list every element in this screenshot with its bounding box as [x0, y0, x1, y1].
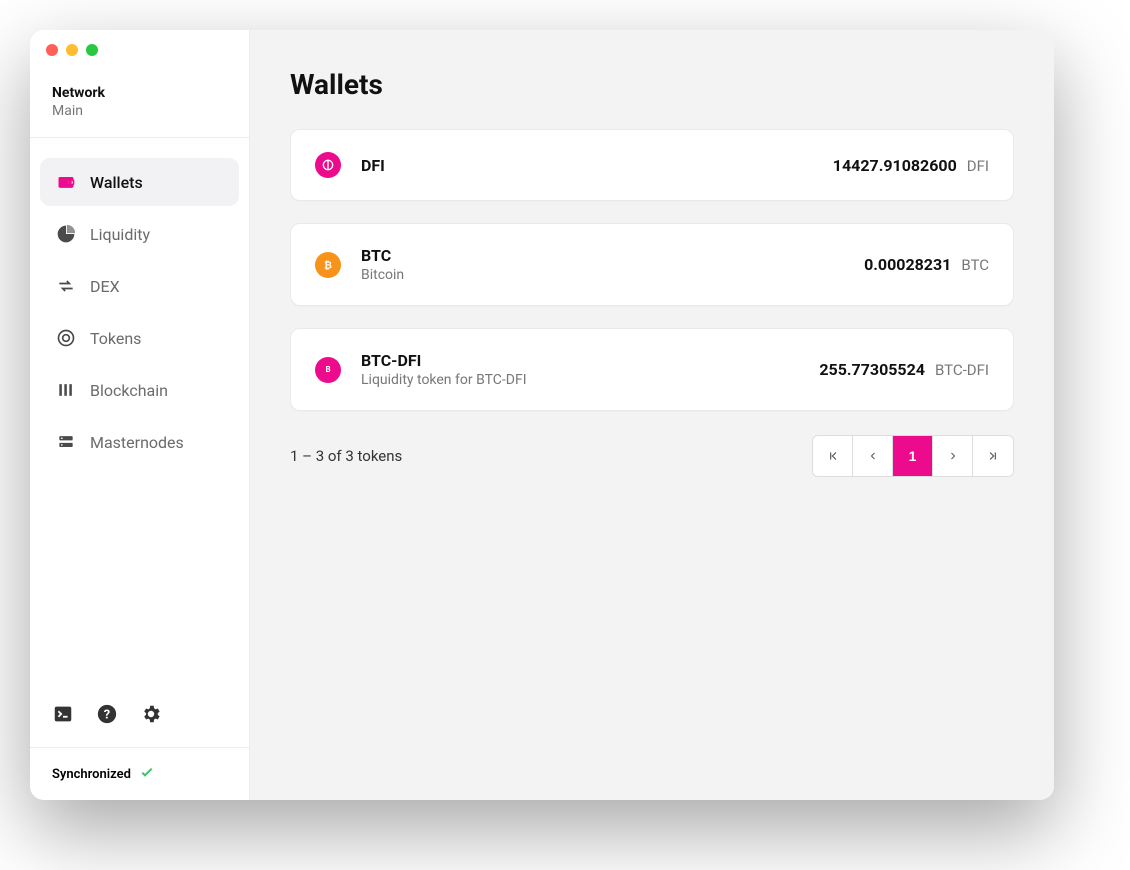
pagination: 1 [812, 435, 1014, 477]
sidebar-item-label: Tokens [90, 329, 141, 348]
page-prev-button[interactable] [853, 436, 893, 476]
console-icon[interactable] [52, 703, 74, 725]
sidebar-item-liquidity[interactable]: Liquidity [40, 210, 239, 258]
page-next-button[interactable] [933, 436, 973, 476]
svg-text:?: ? [104, 708, 110, 723]
settings-icon[interactable] [140, 703, 162, 725]
token-amount: 0.00028231 [864, 255, 951, 274]
wallet-card-dfi[interactable]: DFI 14427.91082600 DFI [290, 129, 1014, 201]
sync-label: Synchronized [52, 767, 131, 782]
token-balance: 14427.91082600 DFI [833, 156, 989, 175]
window-controls [46, 44, 98, 56]
page-title: Wallets [290, 68, 1014, 101]
wallet-list: DFI 14427.91082600 DFI ₿ BTC Bitcoin 0.0… [290, 129, 1014, 411]
network-value: Main [52, 103, 227, 119]
token-unit: BTC-DFI [935, 361, 989, 379]
svg-text:₿: ₿ [324, 259, 332, 271]
token-amount: 14427.91082600 [833, 156, 957, 175]
token-balance: 0.00028231 BTC [864, 255, 989, 274]
sidebar-item-label: Blockchain [90, 381, 168, 400]
wallet-card-btc[interactable]: ₿ BTC Bitcoin 0.00028231 BTC [290, 223, 1014, 306]
sidebar-item-tokens[interactable]: Tokens [40, 314, 239, 362]
token-subtitle: Liquidity token for BTC-DFI [361, 372, 819, 388]
sidebar: Network Main Wallets Liquidity DEX [30, 30, 250, 800]
sidebar-item-dex[interactable]: DEX [40, 262, 239, 310]
token-subtitle: Bitcoin [361, 267, 864, 283]
dfi-token-icon [315, 152, 341, 178]
token-unit: DFI [967, 157, 989, 175]
sidebar-item-blockchain[interactable]: Blockchain [40, 366, 239, 414]
check-icon [139, 764, 155, 784]
minimize-window-button[interactable] [66, 44, 78, 56]
pagination-summary: 1 – 3 of 3 tokens [290, 447, 402, 465]
page-number-button[interactable]: 1 [893, 436, 933, 476]
token-symbol: BTC [361, 246, 864, 265]
swap-icon [56, 276, 76, 296]
sidebar-item-label: DEX [90, 277, 120, 296]
token-meta: BTC-DFI Liquidity token for BTC-DFI [361, 351, 819, 388]
page-last-button[interactable] [973, 436, 1013, 476]
close-window-button[interactable] [46, 44, 58, 56]
sync-status: Synchronized [30, 747, 249, 800]
sidebar-item-label: Masternodes [90, 433, 184, 452]
btc-token-icon: ₿ [315, 252, 341, 278]
maximize-window-button[interactable] [86, 44, 98, 56]
pie-icon [56, 224, 76, 244]
token-icon [56, 328, 76, 348]
sidebar-item-label: Wallets [90, 173, 143, 192]
token-symbol: BTC-DFI [361, 351, 819, 370]
token-amount: 255.77305524 [819, 360, 925, 379]
sidebar-nav: Wallets Liquidity DEX Tokens [30, 138, 249, 693]
wallet-card-btc-dfi[interactable]: B BTC-DFI Liquidity token for BTC-DFI 25… [290, 328, 1014, 411]
lp-token-icon: B [315, 357, 341, 383]
help-icon[interactable]: ? [96, 703, 118, 725]
token-meta: BTC Bitcoin [361, 246, 864, 283]
token-unit: BTC [961, 256, 989, 274]
bars-icon [56, 380, 76, 400]
page-first-button[interactable] [813, 436, 853, 476]
sidebar-bottom-icons: ? [30, 693, 249, 747]
app-window: Network Main Wallets Liquidity DEX [30, 30, 1054, 800]
list-footer: 1 – 3 of 3 tokens 1 [290, 435, 1014, 477]
token-balance: 255.77305524 BTC-DFI [819, 360, 989, 379]
sidebar-item-label: Liquidity [90, 225, 150, 244]
wallet-icon [56, 172, 76, 192]
server-icon [56, 432, 76, 452]
token-meta: DFI [361, 156, 833, 175]
network-label: Network [52, 85, 227, 101]
token-symbol: DFI [361, 156, 833, 175]
sidebar-item-masternodes[interactable]: Masternodes [40, 418, 239, 466]
main-content: Wallets DFI 14427.91082600 DFI ₿ [250, 30, 1054, 800]
sidebar-item-wallets[interactable]: Wallets [40, 158, 239, 206]
